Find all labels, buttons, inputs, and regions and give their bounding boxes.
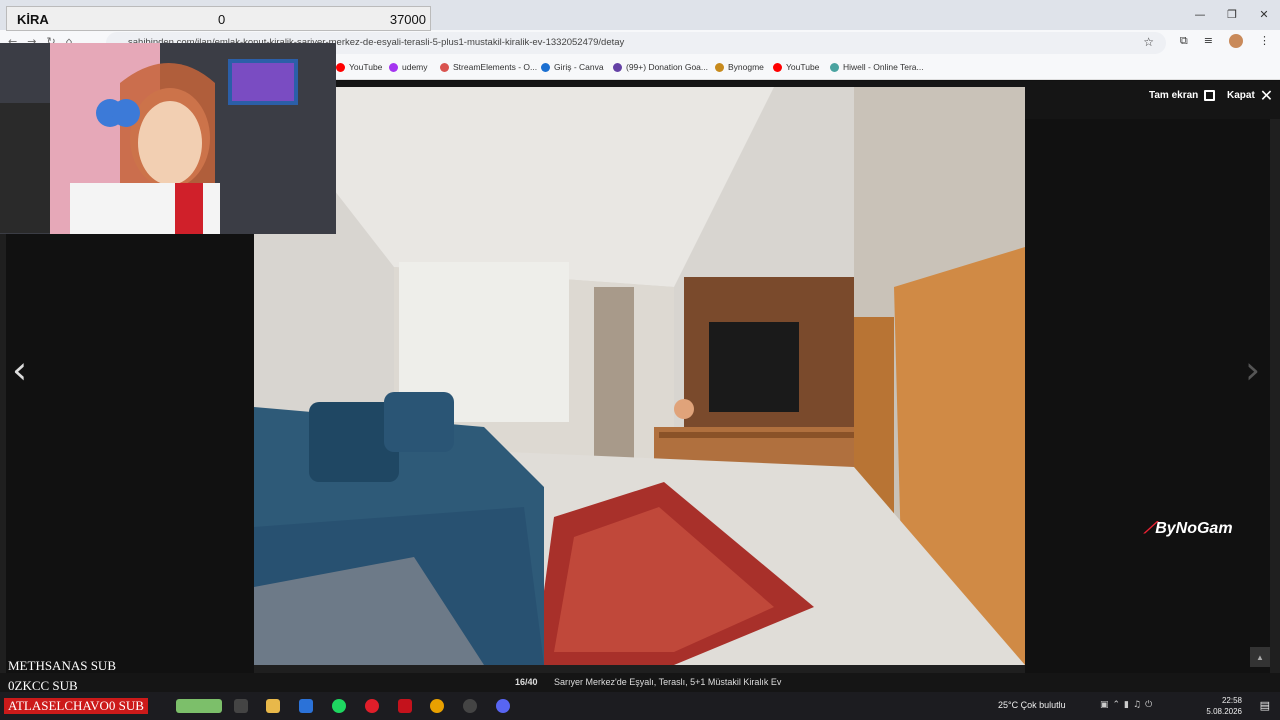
bookmark-item[interactable]: YouTube — [336, 62, 382, 72]
bookmark-item[interactable]: StreamElements - O... — [440, 62, 537, 72]
rent-overlay: KİRA 0 37000 — [6, 6, 431, 31]
bookmark-item[interactable]: Bynogme — [715, 62, 764, 72]
media-icon[interactable]: ≡ — [1204, 34, 1213, 48]
scroll-top-button[interactable]: ▲ — [1250, 647, 1270, 667]
sub-alert-highlight: ATLASELCHAVO0 SUB — [4, 698, 148, 714]
chevron-right-icon[interactable]: › — [1245, 351, 1260, 389]
weather-widget[interactable]: 25°C Çok bulutlu — [998, 700, 1066, 710]
profile-avatar[interactable] — [1229, 34, 1243, 48]
bookmark-item[interactable]: YouTube — [773, 62, 819, 72]
webcam-overlay — [0, 43, 336, 234]
clock-date: 5.08.2026 — [1206, 707, 1242, 716]
fullscreen-label: Tam ekran — [1149, 90, 1199, 101]
living-room-photo — [254, 87, 1025, 665]
file-explorer-icon[interactable] — [266, 699, 280, 713]
bookmark-item[interactable]: (99+) Donation Goa... — [613, 62, 708, 72]
opera-icon[interactable] — [365, 699, 379, 713]
photo-counter: 16/40 — [515, 677, 538, 687]
window-controls: — ❐ ✕ — [1184, 0, 1280, 30]
viewer-right-panel — [1025, 119, 1270, 692]
discord-icon[interactable] — [496, 699, 510, 713]
fullscreen-button[interactable]: Tam ekran — [1149, 90, 1216, 101]
bookmark-item[interactable]: Hiwell - Online Tera... — [830, 62, 924, 72]
rent-min: 0 — [218, 12, 226, 27]
brand-mark-icon: ⟋ — [1144, 520, 1156, 537]
mail-icon[interactable] — [299, 699, 313, 713]
maximize-button[interactable]: ❐ — [1216, 0, 1248, 28]
menu-icon[interactable]: ⋮ — [1259, 34, 1270, 48]
bookmark-item[interactable]: Giriş - Canva — [541, 62, 604, 72]
fullscreen-icon — [1204, 90, 1216, 101]
sub-alert: METHSANAS SUB — [8, 658, 116, 673]
rent-label: KİRA — [17, 12, 49, 27]
close-label: Kapat — [1227, 90, 1255, 101]
listing-photo — [254, 87, 1025, 665]
rent-value: 37000 — [389, 12, 426, 27]
bookmark-item[interactable]: udemy — [389, 62, 428, 72]
close-viewer-button[interactable]: Kapat ✕ — [1227, 85, 1274, 105]
notification-icon[interactable]: ▤ — [1260, 699, 1270, 712]
brand-logo: ⟋ByNoGam — [1144, 520, 1233, 537]
system-tray-icons[interactable]: ▣⌃▮♫⏻ — [1100, 700, 1156, 710]
obs-icon[interactable] — [463, 699, 477, 713]
task-view-icon[interactable] — [234, 699, 248, 713]
spotify-icon[interactable] — [332, 699, 346, 713]
taskbar-app-icon[interactable] — [176, 699, 222, 713]
close-window-button[interactable]: ✕ — [1248, 0, 1280, 28]
chevron-left-icon[interactable]: ‹ — [12, 351, 27, 389]
extensions-icon[interactable]: ⧉ — [1180, 34, 1188, 48]
caption-bar: ▲ 16/40 Sarıyer Merkez'de Eşyalı, Terasl… — [0, 647, 1280, 692]
toolbar-right: ⧉ ≡ ⋮ — [1180, 34, 1270, 48]
close-icon: ✕ — [1259, 85, 1274, 105]
app-icon[interactable] — [398, 699, 412, 713]
chrome-icon[interactable] — [430, 699, 444, 713]
clock-time: 22:58 — [1221, 696, 1242, 705]
bookmark-star-icon[interactable]: ☆ — [1143, 35, 1154, 49]
taskbar: 25°C Çok bulutlu ▣⌃▮♫⏻ 22:58 5.08.2026 ▤ — [0, 692, 1280, 720]
clock[interactable]: 22:58 5.08.2026 — [1206, 695, 1242, 717]
minimize-button[interactable]: — — [1184, 0, 1216, 28]
webcam-feed — [0, 43, 336, 234]
photo-caption: Sarıyer Merkez'de Eşyalı, Teraslı, 5+1 M… — [554, 677, 782, 687]
